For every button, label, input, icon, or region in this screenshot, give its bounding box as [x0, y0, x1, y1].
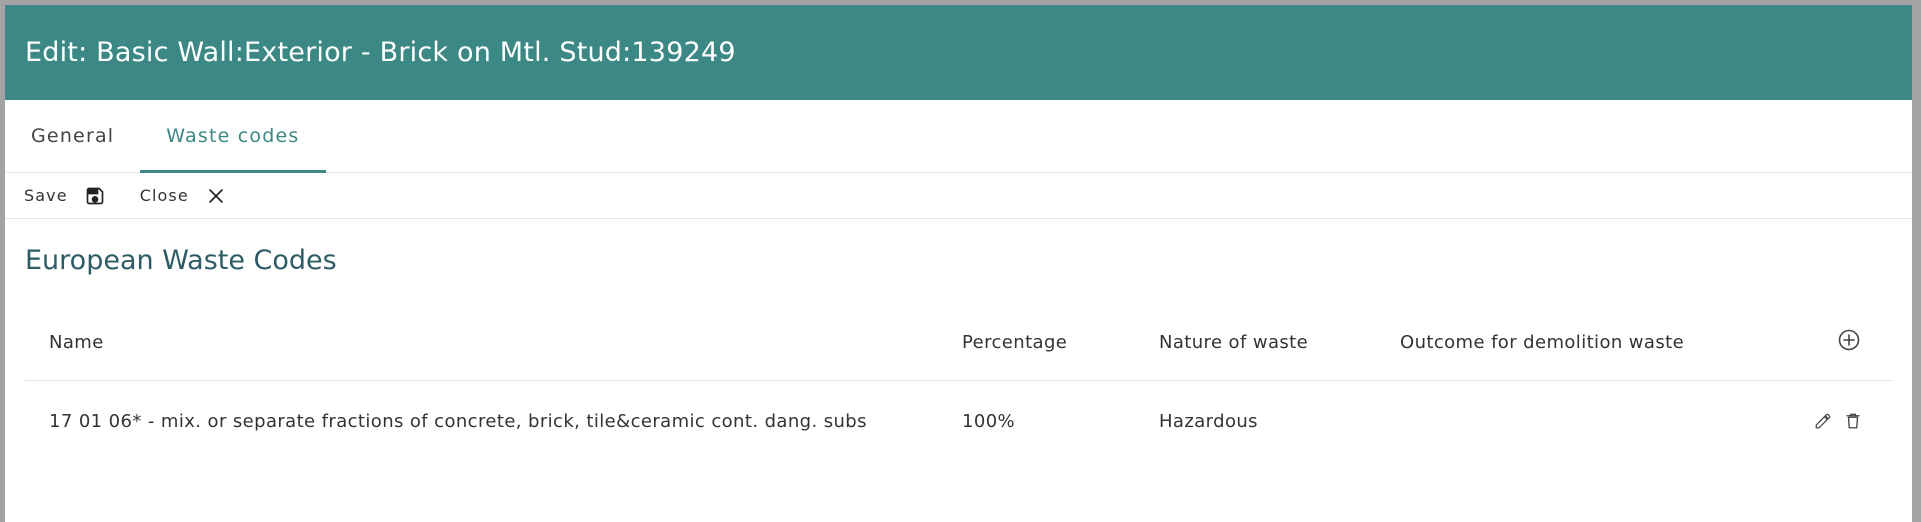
edit-dialog: Edit: Basic Wall:Exterior - Brick on Mtl…	[5, 5, 1912, 522]
toolbar: Save Close	[5, 173, 1912, 219]
tab-general-label: General	[31, 125, 115, 147]
column-header-name: Name	[49, 332, 104, 353]
column-header-nature: Nature of waste	[1159, 332, 1309, 353]
tab-waste-codes-label: Waste codes	[166, 125, 300, 147]
table-row: 17 01 06* - mix. or separate fractions o…	[25, 381, 1892, 461]
close-button-label: Close	[139, 186, 189, 205]
row-nature: Hazardous	[1159, 410, 1258, 432]
column-header-percentage: Percentage	[962, 332, 1068, 353]
row-actions	[1811, 381, 1871, 461]
x-close-icon	[205, 185, 227, 207]
save-button[interactable]: Save	[24, 185, 106, 207]
tab-waste-codes[interactable]: Waste codes	[140, 100, 326, 173]
dialog-header: Edit: Basic Wall:Exterior - Brick on Mtl…	[5, 5, 1912, 100]
section-title: European Waste Codes	[25, 245, 337, 276]
add-row-button[interactable]	[1837, 305, 1861, 380]
close-button[interactable]: Close	[140, 185, 227, 207]
tab-general[interactable]: General	[5, 100, 140, 172]
column-header-outcome: Outcome for demolition waste	[1400, 332, 1685, 353]
floppy-disk-icon	[84, 185, 106, 207]
row-percentage: 100%	[962, 410, 1016, 432]
pencil-edit-icon[interactable]	[1811, 409, 1835, 433]
dialog-title: Edit: Basic Wall:Exterior - Brick on Mtl…	[25, 37, 736, 68]
row-name: 17 01 06* - mix. or separate fractions o…	[49, 410, 867, 432]
trash-delete-icon[interactable]	[1841, 409, 1865, 433]
tab-bar: General Waste codes	[5, 100, 1912, 173]
table-header: Name Percentage Nature of waste Outcome …	[25, 305, 1892, 381]
save-button-label: Save	[24, 186, 68, 205]
plus-circle-icon	[1837, 328, 1861, 357]
